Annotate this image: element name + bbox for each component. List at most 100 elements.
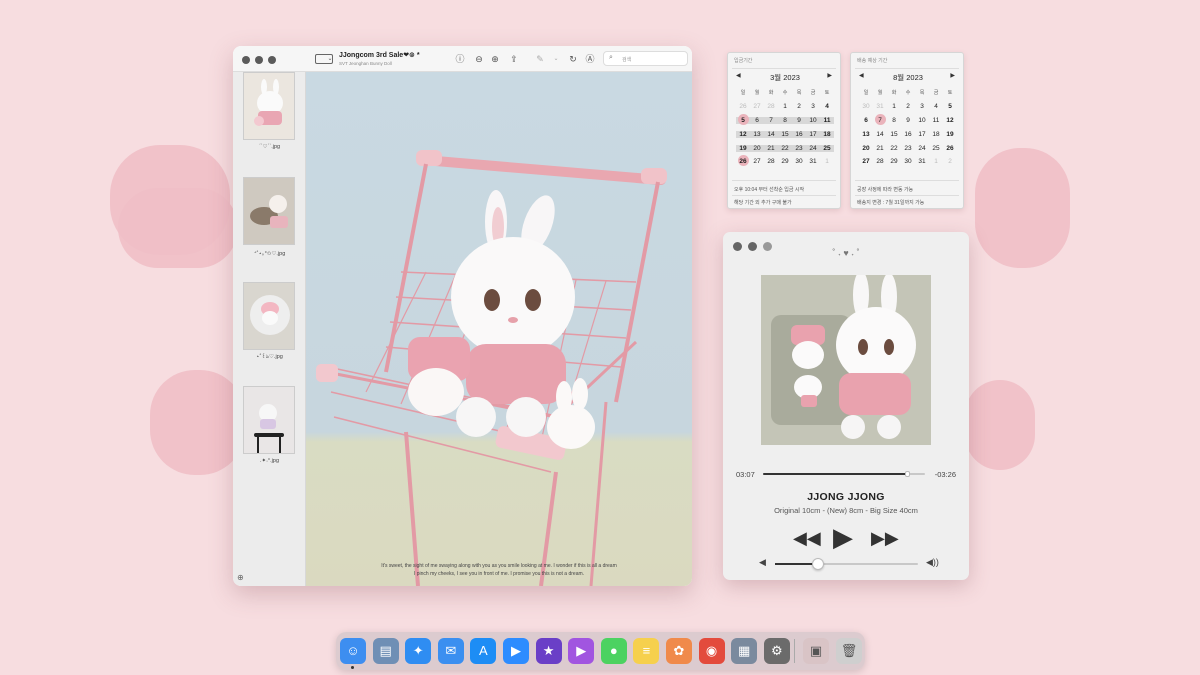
zoom-button[interactable] [268, 56, 276, 64]
calendar-day[interactable]: 20 [859, 145, 873, 152]
thumbnail-3[interactable] [243, 282, 295, 350]
thumbnail-4[interactable] [243, 386, 295, 454]
photo-stack-icon[interactable]: ▣ [803, 638, 829, 664]
trash-icon[interactable]: 🗑 [836, 638, 862, 664]
calendar-day[interactable]: 2 [792, 103, 806, 110]
calendar-day[interactable]: 30 [859, 103, 873, 110]
calendar-day[interactable]: 29 [887, 158, 901, 165]
itunes-icon[interactable]: ▶ [568, 638, 595, 664]
calendar-day[interactable]: 14 [764, 130, 778, 138]
calendar-day[interactable]: 24 [915, 145, 929, 152]
imovie-icon[interactable]: ★ [535, 638, 562, 664]
calendar-day[interactable]: 10 [915, 117, 929, 124]
calendar-day[interactable]: 30 [901, 158, 915, 165]
chevron-down-icon[interactable]: ⌄ [325, 54, 335, 64]
calendar-day[interactable]: 24 [806, 144, 820, 152]
calendar-day[interactable]: 3 [806, 103, 820, 110]
add-page-icon[interactable]: ⊕ [237, 573, 244, 582]
calendar-day[interactable]: 9 [901, 117, 915, 124]
calendar-day[interactable]: 22 [778, 144, 792, 152]
calendar-day-selected[interactable]: 26 [736, 155, 750, 167]
calendar-day[interactable]: 10 [806, 116, 820, 124]
volume-knob[interactable] [811, 558, 824, 570]
calendar-day[interactable]: 7 [764, 116, 778, 124]
calendar-day-selected[interactable]: 5 [736, 113, 750, 125]
calendar-day[interactable]: 4 [929, 103, 943, 110]
calendar-day[interactable]: 27 [750, 158, 764, 165]
calendar-day[interactable]: 6 [750, 116, 764, 124]
markup-icon[interactable]: Ⓐ [585, 54, 595, 64]
rewind-button[interactable]: ◀◀ [793, 529, 821, 547]
progress-knob[interactable] [905, 471, 911, 477]
calendar-day[interactable]: 26 [736, 103, 750, 110]
calendar-day[interactable]: 2 [943, 158, 957, 165]
share-icon[interactable]: ⇪ [509, 54, 519, 64]
safari-icon[interactable]: ✦ [405, 638, 432, 664]
calendar-day[interactable]: 1 [778, 103, 792, 110]
calendar-day[interactable]: 2 [901, 103, 915, 110]
calendar-day[interactable]: 14 [873, 131, 887, 138]
calendar-day[interactable]: 15 [778, 130, 792, 138]
calendar-day[interactable]: 27 [859, 158, 873, 165]
play-button[interactable]: ▶ [833, 524, 853, 550]
calendar-day[interactable]: 26 [943, 145, 957, 152]
markup-pen-icon[interactable]: ✎ [535, 54, 545, 64]
thumbnail-2[interactable] [243, 177, 295, 245]
launchpad-icon[interactable]: ▦ [731, 638, 758, 664]
calendar-day[interactable]: 28 [764, 158, 778, 165]
zoom-in-icon[interactable]: ⊕ [490, 54, 500, 64]
calendar-day[interactable]: 23 [792, 144, 806, 152]
chrome-icon[interactable]: ◉ [698, 638, 725, 664]
preview-app-icon[interactable]: ▤ [372, 638, 399, 664]
calendar-day[interactable]: 6 [859, 117, 873, 124]
calendar-day[interactable]: 13 [859, 131, 873, 138]
calendar-day[interactable]: 23 [901, 145, 915, 152]
progress-bar[interactable] [763, 471, 925, 477]
calendar-day[interactable]: 4 [820, 103, 834, 110]
next-month-icon[interactable]: ▶ [950, 72, 955, 79]
photos-icon[interactable]: ✿ [666, 638, 692, 664]
calendar-day[interactable]: 30 [792, 158, 806, 165]
calendar-day[interactable]: 25 [929, 145, 943, 152]
calendar-day[interactable]: 9 [792, 116, 806, 124]
calendar-day[interactable]: 18 [929, 131, 943, 138]
zoom-icon[interactable]: ▶ [503, 638, 529, 664]
search-input[interactable]: ⌕ 검색 [603, 51, 688, 66]
info-icon[interactable]: ⓘ [455, 54, 465, 64]
mail-icon[interactable]: ✉ [437, 638, 464, 664]
calendar-day[interactable]: 1 [820, 158, 834, 165]
calendar-day[interactable]: 31 [873, 103, 887, 110]
volume-slider[interactable] [775, 558, 918, 570]
calendar-day[interactable]: 21 [873, 145, 887, 152]
calendar-day[interactable]: 1 [887, 103, 901, 110]
calendar-day[interactable]: 17 [915, 131, 929, 138]
finder-icon[interactable]: ☺ [340, 638, 366, 664]
calendar-day[interactable]: 31 [806, 158, 820, 165]
calendar-day[interactable]: 21 [764, 144, 778, 152]
calendar-day[interactable]: 3 [915, 103, 929, 110]
notes-icon[interactable]: ≡ [633, 638, 660, 664]
calendar-day[interactable]: 1 [929, 158, 943, 165]
calendar-day[interactable]: 29 [778, 158, 792, 165]
calendar-day[interactable]: 12 [943, 117, 957, 124]
calendar-day[interactable]: 16 [792, 130, 806, 138]
calendar-day[interactable]: 12 [736, 130, 750, 138]
thumbnail-1[interactable] [243, 72, 295, 140]
calendar-day[interactable]: 15 [887, 131, 901, 138]
calendar-day[interactable]: 19 [943, 131, 957, 138]
calendar-day[interactable]: 18 [820, 130, 834, 138]
app-store-icon[interactable]: A [470, 638, 497, 664]
calendar-day[interactable]: 27 [750, 103, 764, 110]
close-button[interactable] [242, 56, 250, 64]
calendar-day[interactable]: 25 [820, 144, 834, 152]
system-settings-icon[interactable]: ⚙ [763, 638, 790, 664]
calendar-day[interactable]: 5 [943, 103, 957, 110]
calendar-day[interactable]: 13 [750, 130, 764, 138]
next-month-icon[interactable]: ▶ [827, 72, 832, 79]
fast-forward-button[interactable]: ▶▶ [871, 529, 899, 547]
chevron-down-icon[interactable]: ⌄ [551, 54, 561, 64]
calendar-day[interactable]: 20 [750, 144, 764, 152]
calendar-day[interactable]: 22 [887, 145, 901, 152]
calendar-day-selected[interactable]: 7 [873, 113, 887, 125]
calendar-day[interactable]: 17 [806, 130, 820, 138]
